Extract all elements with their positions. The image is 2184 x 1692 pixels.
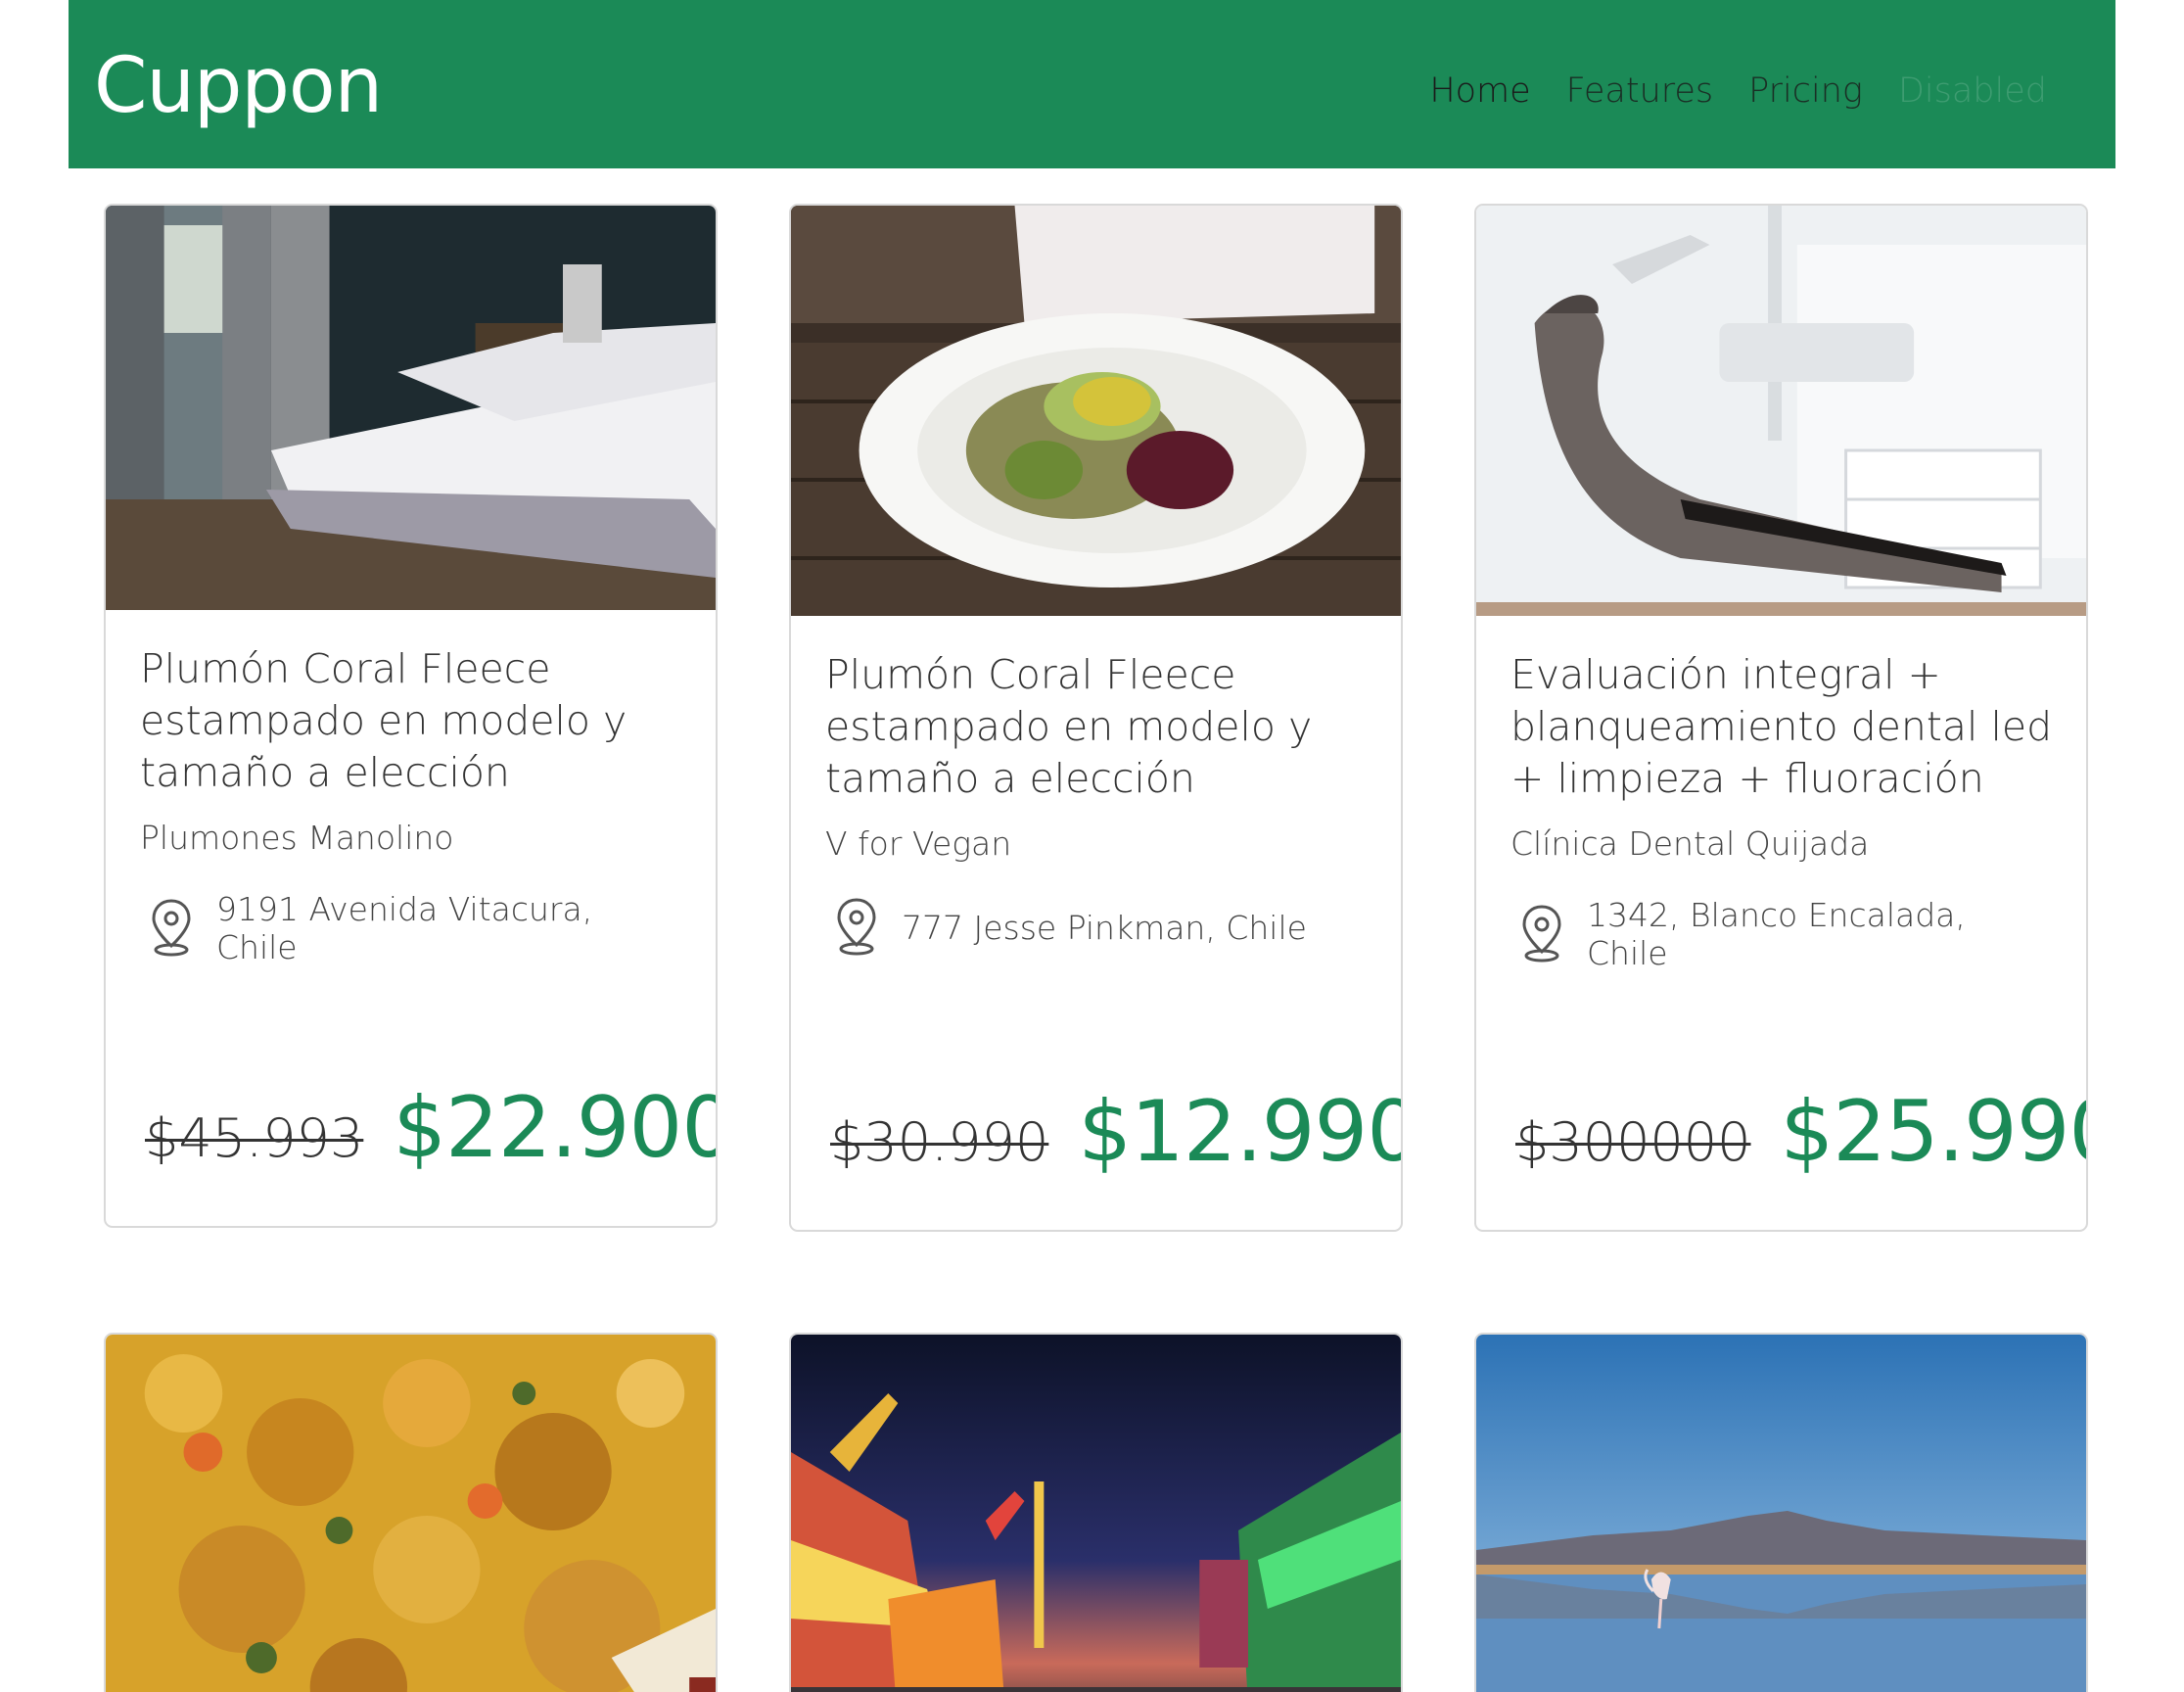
merchant-name: V for Vegan [825, 824, 1012, 863]
card-body: Plumón Coral Fleece estampado en modelo … [791, 616, 1401, 959]
vegan-salad-photo [791, 206, 1401, 616]
address-row: 777 Jesse Pinkman, Chile [833, 896, 1368, 959]
merchant-name: Clínica Dental Quijada [1510, 824, 1870, 863]
price-row: $45.993 $22.900 [145, 1079, 718, 1177]
deal-title: Plumón Coral Fleece estampado en modelo … [140, 645, 627, 796]
address-row: 9191 Avenida Vitacura, Chile [148, 890, 682, 966]
deal-card[interactable] [789, 1333, 1403, 1692]
deal-address: 9191 Avenida Vitacura, Chile [216, 890, 593, 966]
card-body: Evaluación integral + blanqueamiento den… [1476, 616, 2086, 972]
merchant-name: Plumones Manolino [140, 819, 454, 857]
map-pin-icon [1522, 905, 1561, 963]
original-price: $45.993 [145, 1107, 364, 1169]
deal-title: Evaluación integral + blanqueamiento den… [1510, 651, 2053, 802]
card-body: Plumón Coral Fleece estampado en modelo … [106, 610, 716, 966]
price-row: $300000 $25.990 [1515, 1083, 2088, 1181]
nav-pricing[interactable]: Pricing [1748, 71, 1863, 111]
nav-disabled: Disabled [1897, 71, 2047, 111]
fair-night-photo [791, 1335, 1401, 1692]
navbar: Cuppon Home Features Pricing Disabled [69, 0, 2115, 168]
deal-card[interactable]: Evaluación integral + blanqueamiento den… [1474, 204, 2088, 1232]
brand-logo[interactable]: Cuppon [94, 42, 383, 130]
original-price: $300000 [1515, 1111, 1751, 1173]
nav-links: Home Features Pricing Disabled [1429, 71, 2047, 111]
bedroom-photo [106, 206, 716, 610]
discount-price: $12.990 [1078, 1083, 1403, 1181]
deal-address: 777 Jesse Pinkman, Chile [902, 908, 1307, 947]
food-dish-photo [106, 1335, 716, 1692]
discount-price: $25.990 [1780, 1083, 2088, 1181]
price-row: $30.990 $12.990 [830, 1083, 1403, 1181]
discount-price: $22.900 [393, 1079, 718, 1177]
address-row: 1342, Blanco Encalada, Chile [1518, 896, 2053, 972]
deal-card[interactable] [104, 1333, 718, 1692]
deal-title: Plumón Coral Fleece estampado en modelo … [825, 651, 1313, 802]
map-pin-icon [152, 899, 191, 957]
original-price: $30.990 [830, 1111, 1049, 1173]
dental-chair-photo [1476, 206, 2086, 616]
deal-card[interactable]: Plumón Coral Fleece estampado en modelo … [789, 204, 1403, 1232]
nav-features[interactable]: Features [1566, 71, 1714, 111]
map-pin-icon [837, 898, 876, 956]
deal-address: 1342, Blanco Encalada, Chile [1587, 896, 1966, 972]
deal-card[interactable]: Plumón Coral Fleece estampado en modelo … [104, 204, 718, 1228]
flamingo-lake-photo [1476, 1335, 2086, 1692]
nav-home[interactable]: Home [1429, 71, 1530, 111]
deal-card[interactable] [1474, 1333, 2088, 1692]
